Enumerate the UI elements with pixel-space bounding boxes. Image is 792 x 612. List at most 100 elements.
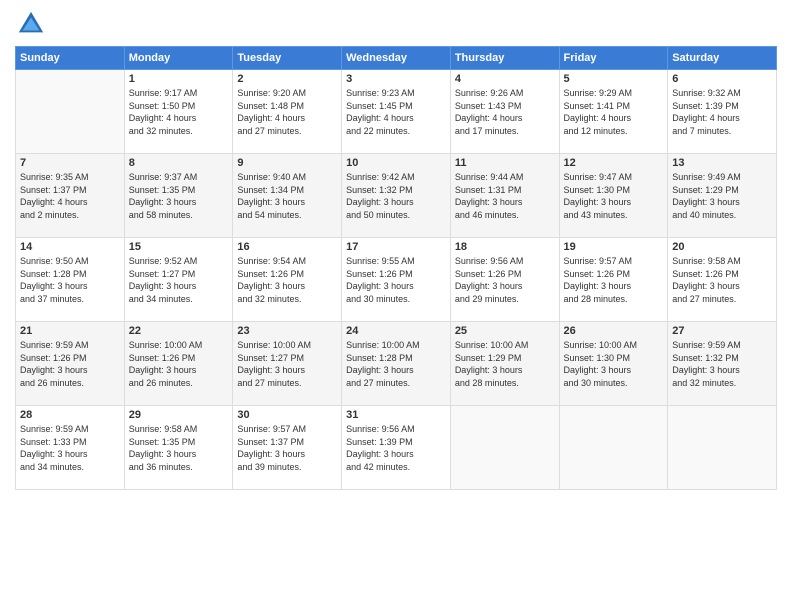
- calendar-cell: 29 Sunrise: 9:58 AM Sunset: 1:35 PM Dayli…: [124, 406, 233, 490]
- day-header-sunday: Sunday: [16, 47, 125, 70]
- day-header-thursday: Thursday: [450, 47, 559, 70]
- day-number: 6: [672, 73, 772, 85]
- day-number: 25: [455, 325, 555, 337]
- calendar-cell: 3Sunrise: 9:23 AM Sunset: 1:45 PM Daylig…: [342, 70, 451, 154]
- day-number: 12: [564, 157, 664, 169]
- calendar-cell: 26 Sunrise: 10:00 AM Sunset: 1:30 PM Dayl…: [559, 322, 668, 406]
- calendar-cell: [450, 406, 559, 490]
- calendar-cell: 25 Sunrise: 10:00 AM Sunset: 1:29 PM Dayl…: [450, 322, 559, 406]
- day-info: Sunrise: 9:47 AM Sunset: 1:30 PM Dayligh…: [564, 171, 664, 221]
- header: [15, 10, 777, 38]
- calendar-cell: 20Sunrise: 9:58 AM Sunset: 1:26 PM Dayli…: [668, 238, 777, 322]
- week-row-5: 28Sunrise: 9:59 AM Sunset: 1:33 PM Dayli…: [16, 406, 777, 490]
- day-info: Sunrise: 9:44 AM Sunset: 1:31 PM Dayligh…: [455, 171, 555, 221]
- day-info: Sunrise: 9:17 AM Sunset: 1:50 PM Dayligh…: [129, 87, 229, 137]
- day-info: Sunrise: 9:56 AM Sunset: 1:39 PM Dayligh…: [346, 423, 446, 473]
- day-info: Sunrise: 9:29 AM Sunset: 1:41 PM Dayligh…: [564, 87, 664, 137]
- calendar-cell: 23Sunrise: 10:00 AM Sunset: 1:27 PM Dayl…: [233, 322, 342, 406]
- day-number: 10: [346, 157, 446, 169]
- calendar-cell: 15 Sunrise: 9:52 AM Sunset: 1:27 PM Dayli…: [124, 238, 233, 322]
- calendar-cell: 7 Sunrise: 9:35 AM Sunset: 1:37 PM Daylig…: [16, 154, 125, 238]
- day-header-friday: Friday: [559, 47, 668, 70]
- calendar-cell: 2 Sunrise: 9:20 AM Sunset: 1:48 PM Daylig…: [233, 70, 342, 154]
- day-number: 14: [20, 241, 120, 253]
- day-number: 13: [672, 157, 772, 169]
- day-number: 7: [20, 157, 120, 169]
- day-header-wednesday: Wednesday: [342, 47, 451, 70]
- day-number: 21: [20, 325, 120, 337]
- day-number: 9: [237, 157, 337, 169]
- day-number: 29: [129, 409, 229, 421]
- calendar-cell: 24Sunrise: 10:00 AM Sunset: 1:28 PM Dayl…: [342, 322, 451, 406]
- day-info: Sunrise: 10:00 AM Sunset: 1:26 PM Daylig…: [129, 339, 229, 389]
- day-info: Sunrise: 9:52 AM Sunset: 1:27 PM Dayligh…: [129, 255, 229, 305]
- day-info: Sunrise: 9:59 AM Sunset: 1:26 PM Dayligh…: [20, 339, 120, 389]
- day-number: 3: [346, 73, 446, 85]
- day-number: 19: [564, 241, 664, 253]
- calendar-page: SundayMondayTuesdayWednesdayThursdayFrid…: [0, 0, 792, 612]
- day-info: Sunrise: 9:49 AM Sunset: 1:29 PM Dayligh…: [672, 171, 772, 221]
- calendar-cell: 11 Sunrise: 9:44 AM Sunset: 1:31 PM Dayli…: [450, 154, 559, 238]
- calendar-cell: 6Sunrise: 9:32 AM Sunset: 1:39 PM Daylig…: [668, 70, 777, 154]
- calendar-cell: 21 Sunrise: 9:59 AM Sunset: 1:26 PM Dayli…: [16, 322, 125, 406]
- calendar-cell: 10 Sunrise: 9:42 AM Sunset: 1:32 PM Dayli…: [342, 154, 451, 238]
- calendar-cell: 17 Sunrise: 9:55 AM Sunset: 1:26 PM Dayli…: [342, 238, 451, 322]
- day-info: Sunrise: 9:35 AM Sunset: 1:37 PM Dayligh…: [20, 171, 120, 221]
- day-info: Sunrise: 9:20 AM Sunset: 1:48 PM Dayligh…: [237, 87, 337, 137]
- day-number: 18: [455, 241, 555, 253]
- calendar-cell: 8 Sunrise: 9:37 AM Sunset: 1:35 PM Daylig…: [124, 154, 233, 238]
- calendar-cell: 16 Sunrise: 9:54 AM Sunset: 1:26 PM Dayli…: [233, 238, 342, 322]
- calendar-cell: 4 Sunrise: 9:26 AM Sunset: 1:43 PM Daylig…: [450, 70, 559, 154]
- calendar-cell: 22 Sunrise: 10:00 AM Sunset: 1:26 PM Dayl…: [124, 322, 233, 406]
- week-row-3: 14 Sunrise: 9:50 AM Sunset: 1:28 PM Dayli…: [16, 238, 777, 322]
- day-number: 8: [129, 157, 229, 169]
- calendar-cell: [16, 70, 125, 154]
- day-number: 2: [237, 73, 337, 85]
- calendar-cell: 31 Sunrise: 9:56 AM Sunset: 1:39 PM Dayli…: [342, 406, 451, 490]
- day-info: Sunrise: 9:37 AM Sunset: 1:35 PM Dayligh…: [129, 171, 229, 221]
- calendar-cell: 9 Sunrise: 9:40 AM Sunset: 1:34 PM Daylig…: [233, 154, 342, 238]
- day-header-saturday: Saturday: [668, 47, 777, 70]
- day-info: Sunrise: 10:00 AM Sunset: 1:29 PM Daylig…: [455, 339, 555, 389]
- calendar-table: SundayMondayTuesdayWednesdayThursdayFrid…: [15, 46, 777, 490]
- week-row-4: 21 Sunrise: 9:59 AM Sunset: 1:26 PM Dayli…: [16, 322, 777, 406]
- day-info: Sunrise: 9:26 AM Sunset: 1:43 PM Dayligh…: [455, 87, 555, 137]
- calendar-cell: 28Sunrise: 9:59 AM Sunset: 1:33 PM Dayli…: [16, 406, 125, 490]
- calendar-cell: 5 Sunrise: 9:29 AM Sunset: 1:41 PM Daylig…: [559, 70, 668, 154]
- day-number: 15: [129, 241, 229, 253]
- day-number: 31: [346, 409, 446, 421]
- day-info: Sunrise: 10:00 AM Sunset: 1:27 PM Daylig…: [237, 339, 337, 389]
- calendar-cell: 19 Sunrise: 9:57 AM Sunset: 1:26 PM Dayli…: [559, 238, 668, 322]
- week-row-1: 1 Sunrise: 9:17 AM Sunset: 1:50 PM Daylig…: [16, 70, 777, 154]
- logo-icon: [17, 10, 45, 38]
- day-number: 1: [129, 73, 229, 85]
- day-number: 16: [237, 241, 337, 253]
- day-number: 24: [346, 325, 446, 337]
- week-row-2: 7 Sunrise: 9:35 AM Sunset: 1:37 PM Daylig…: [16, 154, 777, 238]
- day-number: 17: [346, 241, 446, 253]
- day-info: Sunrise: 9:56 AM Sunset: 1:26 PM Dayligh…: [455, 255, 555, 305]
- calendar-cell: 1 Sunrise: 9:17 AM Sunset: 1:50 PM Daylig…: [124, 70, 233, 154]
- day-info: Sunrise: 9:58 AM Sunset: 1:35 PM Dayligh…: [129, 423, 229, 473]
- day-info: Sunrise: 9:40 AM Sunset: 1:34 PM Dayligh…: [237, 171, 337, 221]
- calendar-cell: 12 Sunrise: 9:47 AM Sunset: 1:30 PM Dayli…: [559, 154, 668, 238]
- day-info: Sunrise: 9:55 AM Sunset: 1:26 PM Dayligh…: [346, 255, 446, 305]
- day-number: 20: [672, 241, 772, 253]
- day-info: Sunrise: 9:42 AM Sunset: 1:32 PM Dayligh…: [346, 171, 446, 221]
- day-info: Sunrise: 9:54 AM Sunset: 1:26 PM Dayligh…: [237, 255, 337, 305]
- day-info: Sunrise: 10:00 AM Sunset: 1:30 PM Daylig…: [564, 339, 664, 389]
- day-number: 27: [672, 325, 772, 337]
- day-number: 5: [564, 73, 664, 85]
- calendar-cell: 18 Sunrise: 9:56 AM Sunset: 1:26 PM Dayli…: [450, 238, 559, 322]
- day-info: Sunrise: 9:57 AM Sunset: 1:26 PM Dayligh…: [564, 255, 664, 305]
- calendar-cell: 13 Sunrise: 9:49 AM Sunset: 1:29 PM Dayli…: [668, 154, 777, 238]
- day-info: Sunrise: 9:59 AM Sunset: 1:32 PM Dayligh…: [672, 339, 772, 389]
- day-number: 26: [564, 325, 664, 337]
- day-number: 4: [455, 73, 555, 85]
- day-info: Sunrise: 9:50 AM Sunset: 1:28 PM Dayligh…: [20, 255, 120, 305]
- calendar-cell: 14 Sunrise: 9:50 AM Sunset: 1:28 PM Dayli…: [16, 238, 125, 322]
- day-header-monday: Monday: [124, 47, 233, 70]
- day-number: 22: [129, 325, 229, 337]
- day-number: 30: [237, 409, 337, 421]
- day-number: 11: [455, 157, 555, 169]
